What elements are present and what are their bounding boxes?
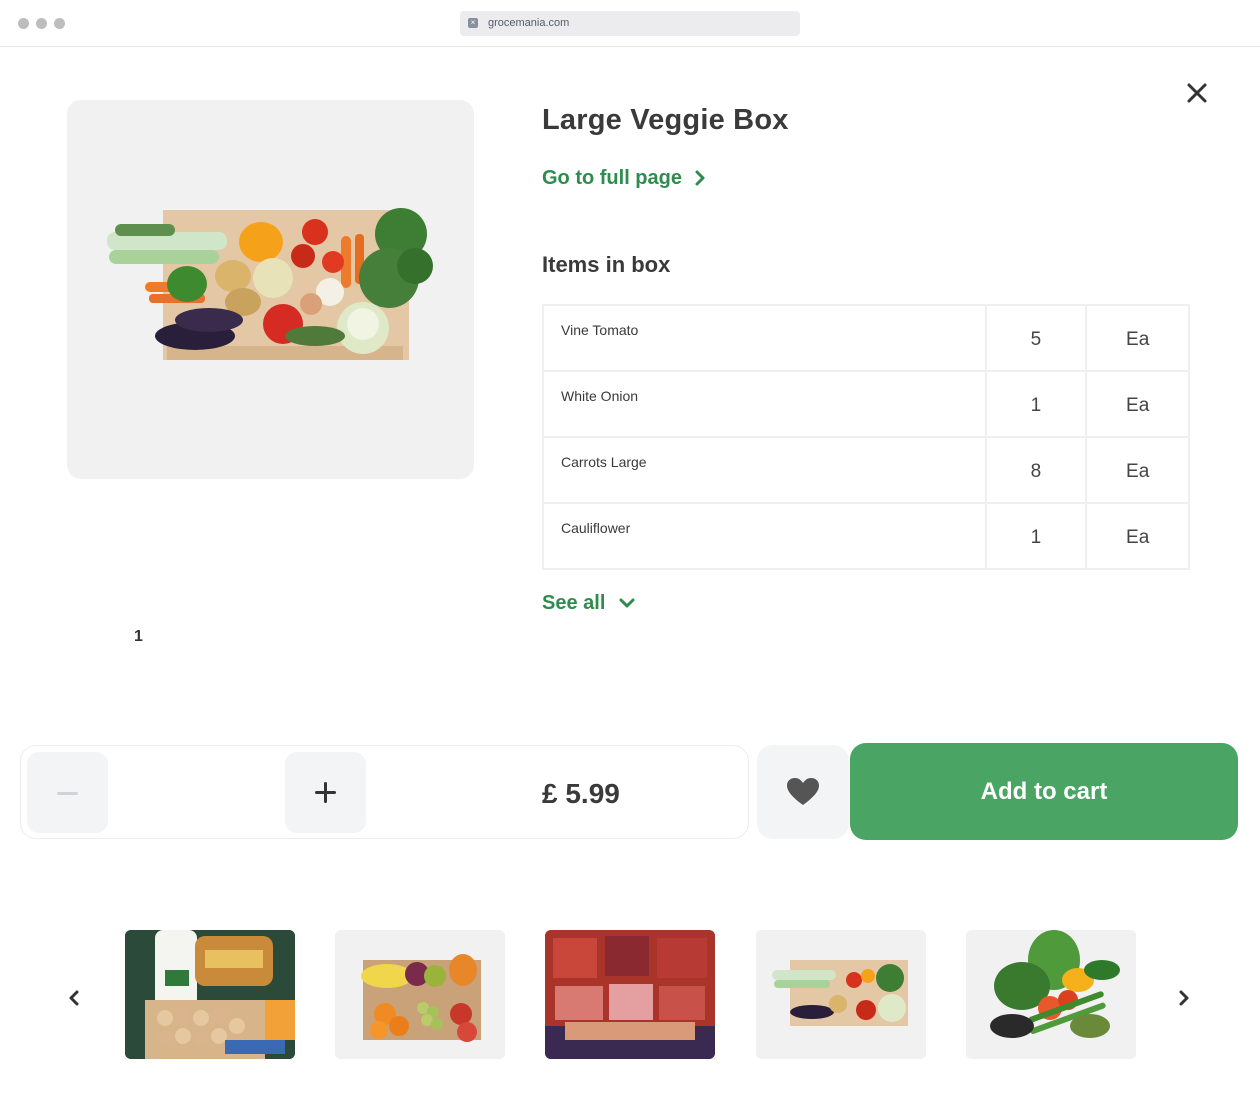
increase-quantity-button[interactable] (285, 752, 366, 833)
see-all-label: See all (542, 591, 606, 614)
carousel-next-button[interactable] (1170, 984, 1198, 1012)
go-to-full-page-label: Go to full page (542, 166, 682, 189)
table-row: White Onion 1 Ea (542, 370, 1190, 438)
item-name: Vine Tomato (542, 304, 987, 372)
favicon-icon: × (468, 18, 478, 28)
chevron-right-icon (695, 170, 705, 186)
salad-box-image (966, 930, 1136, 1059)
browser-chrome: × grocemania.com (0, 0, 1260, 47)
close-icon (1187, 83, 1207, 103)
window-control-dot[interactable] (36, 18, 47, 29)
quantity-stepper: £ 5.99 (20, 745, 749, 839)
item-unit: Ea (1085, 370, 1190, 438)
image-page-indicator: 1 (134, 628, 143, 645)
related-product-thumbnail[interactable] (756, 930, 926, 1059)
item-name: Cauliflower (542, 502, 987, 570)
veggie-box-thumb-image (756, 930, 926, 1059)
item-quantity: 1 (984, 502, 1088, 570)
item-quantity: 1 (984, 370, 1088, 438)
item-name: Carrots Large (542, 436, 987, 504)
carousel-prev-button[interactable] (60, 984, 88, 1012)
url-text: grocemania.com (488, 17, 570, 29)
see-all-toggle[interactable]: See all (542, 590, 635, 616)
items-table: Vine Tomato 5 Ea White Onion 1 Ea Carrot… (542, 304, 1190, 570)
item-unit: Ea (1085, 502, 1190, 570)
item-unit: Ea (1085, 304, 1190, 372)
minus-icon (57, 792, 78, 795)
item-name: White Onion (542, 370, 987, 438)
related-product-thumbnail[interactable] (545, 930, 715, 1059)
chevron-right-icon (1179, 990, 1189, 1006)
close-button[interactable] (1180, 78, 1214, 112)
veggie-box-illustration (107, 208, 433, 360)
table-row: Cauliflower 1 Ea (542, 502, 1190, 570)
address-bar[interactable]: × grocemania.com (460, 11, 800, 36)
chevron-left-icon (69, 990, 79, 1006)
item-quantity: 5 (984, 304, 1088, 372)
chevron-down-icon (619, 598, 635, 608)
table-row: Vine Tomato 5 Ea (542, 304, 1190, 372)
product-price: £ 5.99 (542, 778, 620, 809)
fruit-box-image (335, 930, 505, 1059)
related-product-thumbnail[interactable] (125, 930, 295, 1059)
breakfast-box-image (125, 930, 295, 1059)
meat-box-image (545, 930, 715, 1059)
add-to-cart-button[interactable]: Add to cart (850, 743, 1238, 840)
go-to-full-page-link[interactable]: Go to full page (542, 165, 706, 191)
window-control-dot[interactable] (54, 18, 65, 29)
related-product-thumbnail[interactable] (335, 930, 505, 1059)
related-product-thumbnail[interactable] (966, 930, 1136, 1059)
product-title: Large Veggie Box (542, 104, 789, 136)
favourite-button[interactable] (757, 745, 849, 839)
window-control-dot[interactable] (18, 18, 29, 29)
heart-icon (787, 778, 819, 805)
table-row: Carrots Large 8 Ea (542, 436, 1190, 504)
decrease-quantity-button[interactable] (27, 752, 108, 833)
item-unit: Ea (1085, 436, 1190, 504)
items-in-box-heading: Items in box (542, 252, 671, 277)
product-image[interactable] (67, 100, 474, 479)
item-quantity: 8 (984, 436, 1088, 504)
